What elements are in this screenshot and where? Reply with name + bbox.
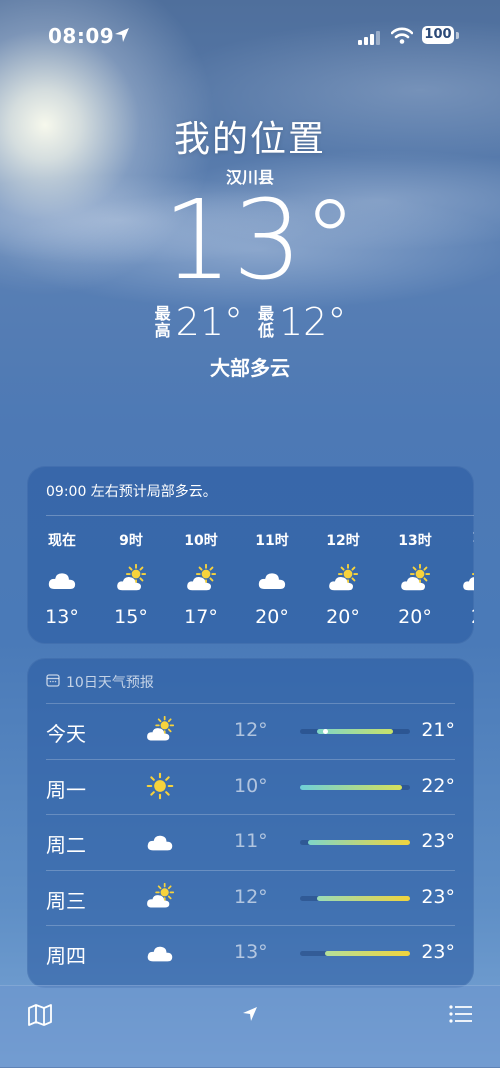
hour-label: 9时 [119, 533, 143, 549]
wifi-icon [390, 27, 414, 48]
day-high: 23° [421, 830, 455, 852]
temperature-range-track [300, 729, 410, 734]
daily-row[interactable]: 周三 12° 23° [46, 869, 455, 925]
day-name: 周二 [46, 833, 86, 857]
cloud-icon [237, 562, 307, 596]
hourly-item: 11时 20° [237, 530, 307, 628]
battery-indicator: 100 [422, 26, 454, 44]
temperature-range-bar [308, 840, 410, 845]
current-condition: 大部多云 [210, 356, 290, 380]
day-high: 21° [421, 719, 455, 741]
temperature-range-track [300, 840, 410, 845]
location-services-icon [114, 27, 130, 47]
day-low: 12° [234, 885, 268, 908]
bottom-toolbar [0, 985, 500, 1068]
high-temperature: 21° [175, 300, 243, 344]
daily-row[interactable]: 周四 13° 23° [46, 925, 455, 980]
day-low: 11° [234, 830, 268, 852]
temperature-range-bar [300, 784, 402, 790]
partly-sunny-icon [308, 562, 378, 596]
hourly-item: 12时 20° [308, 530, 378, 628]
calendar-icon [46, 673, 60, 691]
hour-label: 12时 [326, 533, 360, 549]
hour-label: 1 [442, 530, 474, 550]
day-low: 10° [234, 774, 268, 797]
divider [46, 515, 474, 516]
cloud-icon [146, 827, 174, 859]
ten-day-header: 10日天气预报 [46, 672, 154, 692]
low-temperature: 12° [279, 300, 347, 344]
day-high: 23° [421, 885, 455, 908]
day-low: 13° [234, 941, 268, 963]
day-name: 周三 [46, 888, 86, 913]
list-icon[interactable] [449, 1004, 473, 1028]
partly-sunny-icon [146, 882, 175, 915]
partly-sunny-icon [380, 562, 450, 596]
location-title: 我的位置 [173, 119, 326, 160]
high-label: 最高 [154, 304, 171, 340]
cloud-icon [146, 938, 174, 970]
low-temperature-group: 最低 12° [257, 300, 346, 344]
partly-sunny-icon [96, 562, 166, 596]
cellular-signal-icon [358, 30, 380, 49]
partly-sunny-icon [166, 562, 236, 596]
hour-temperature: 2 [442, 606, 474, 628]
temperature-range-track [300, 784, 410, 790]
current-temperature: 13° [162, 176, 358, 304]
status-bar: 08:09 100 [0, 22, 500, 52]
hour-label: 现在 [48, 533, 76, 549]
hour-label: 11时 [255, 533, 289, 549]
high-low-temperatures: 最高 21° 最低 12° [0, 300, 500, 344]
hour-temperature: 17° [184, 606, 218, 628]
day-name: 今天 [46, 722, 86, 746]
hourly-item: 12 [442, 530, 474, 628]
day-name: 周一 [46, 777, 86, 802]
hour-temperature: 20° [326, 606, 360, 628]
ten-day-title: 10日天气预报 [66, 675, 154, 691]
high-temperature-group: 最高 21° [154, 300, 243, 344]
daily-row[interactable]: 今天 12° 21° [46, 703, 455, 758]
low-label: 最低 [257, 304, 274, 340]
hourly-item: 9时 15° [96, 530, 166, 628]
hour-temperature: 20° [398, 606, 432, 628]
daily-row[interactable]: 周二 11° 23° [46, 814, 455, 869]
cloud-icon [27, 562, 97, 596]
map-icon[interactable] [28, 1004, 52, 1030]
temperature-range-track [300, 951, 410, 956]
temperature-range-bar [316, 895, 410, 901]
location-arrow-icon[interactable] [242, 1006, 258, 1026]
status-time: 08:09 [48, 24, 115, 48]
hourly-item: 13时 20° [380, 530, 450, 628]
hourly-item: 现在 13° [27, 530, 97, 628]
day-high: 22° [421, 774, 455, 797]
hour-temperature: 13° [45, 606, 79, 628]
hour-temperature: 15° [114, 606, 148, 628]
hourly-item: 10时 17° [166, 530, 236, 628]
battery-tip [456, 32, 459, 39]
partly-sunny-icon [146, 715, 175, 748]
hour-label: 13时 [398, 533, 432, 549]
temperature-range-bar [316, 729, 394, 734]
temperature-range-bar [325, 951, 410, 956]
day-name: 周四 [46, 944, 86, 968]
sun-icon [146, 772, 174, 804]
day-low: 12° [234, 719, 268, 741]
hourly-summary: 09:00 左右预计局部多云。 [46, 484, 217, 500]
daily-row[interactable]: 周一 10° 22° [46, 758, 455, 814]
hour-temperature: 20° [255, 606, 289, 628]
partly-sunny-icon [442, 562, 474, 596]
ten-day-forecast-card[interactable]: 10日天气预报 今天 12° 21° 周一 10° 22° 周二 11° 23° 周三 12° 23°… [27, 658, 474, 988]
day-high: 23° [421, 941, 455, 963]
hour-label: 10时 [184, 533, 218, 549]
hourly-forecast-card[interactable]: 09:00 左右预计局部多云。 现在 13° 9时 15° 10时 17° 11时 20° 12… [27, 466, 474, 644]
temperature-range-track [300, 895, 410, 901]
